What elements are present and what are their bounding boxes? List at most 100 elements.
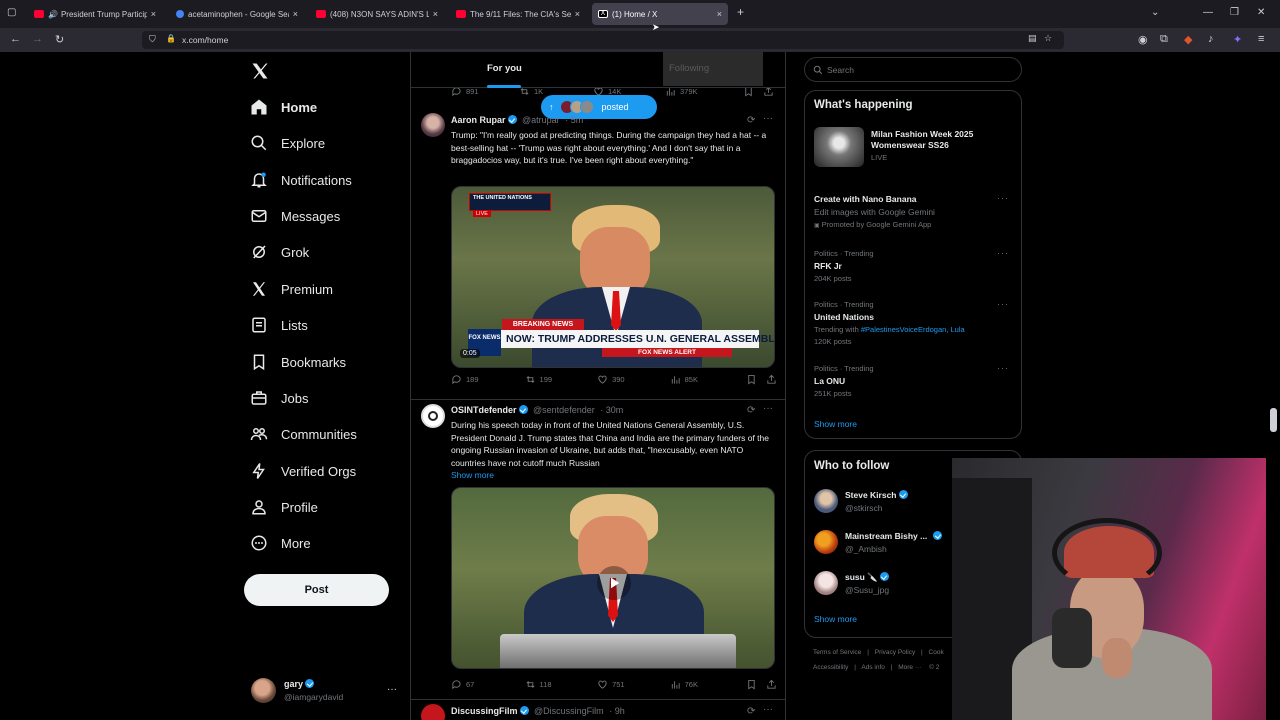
close-tab-icon[interactable]: × <box>433 9 438 19</box>
grok-icon[interactable]: ⟳ <box>747 706 755 717</box>
show-more-link[interactable]: Show more <box>814 419 857 429</box>
browser-tab[interactable]: The 9/11 Files: The CIA's Secret × <box>450 3 586 25</box>
show-more-link[interactable]: Show more <box>451 470 494 480</box>
views-action[interactable]: 76K <box>670 679 747 690</box>
post-button[interactable]: Post <box>244 574 389 606</box>
footer-link[interactable]: Accessibility <box>813 664 848 671</box>
scrollbar-track[interactable] <box>1268 52 1280 720</box>
trend-item[interactable]: Politics · Trending La ONU 251K posts <box>814 364 1014 400</box>
tweet[interactable]: DiscussingFilm @DiscussingFilm · 9h ⟳ ··… <box>411 700 785 720</box>
close-window-icon[interactable]: ✕ <box>1257 7 1265 18</box>
tab-for-you[interactable]: For you <box>487 63 522 74</box>
footer-link[interactable]: Terms of Service <box>813 649 861 656</box>
bookmark-icon[interactable] <box>746 679 757 690</box>
browser-tab[interactable]: acetaminophen - Google Searc × <box>170 3 304 25</box>
reply-action[interactable]: 67 <box>451 679 525 690</box>
back-icon[interactable]: ← <box>10 33 21 45</box>
promoted-trend[interactable]: Create with Nano Banana Edit images with… <box>814 194 1014 236</box>
nav-bookmarks[interactable]: Bookmarks <box>250 348 346 376</box>
bookmark-star-icon[interactable]: ☆ <box>1044 33 1052 44</box>
author-name[interactable]: OSINTdefender <box>451 405 517 415</box>
nav-communities[interactable]: Communities <box>250 420 357 448</box>
lock-icon[interactable]: 🔒 <box>166 34 176 43</box>
trend-item[interactable]: Politics · Trending United Nations Trend… <box>814 300 1014 350</box>
author-handle[interactable]: @DiscussingFilm <box>534 706 604 716</box>
author-handle[interactable]: @sentdefender <box>533 405 595 415</box>
tweet[interactable]: Aaron Rupar @atrupar · 5m ⟳ ··· Trump: "… <box>411 110 785 400</box>
shield-icon[interactable]: ⛉ <box>149 34 156 45</box>
views-action[interactable]: 85K <box>670 374 747 385</box>
address-bar[interactable]: ⛉ 🔒 x.com/home ▤ ☆ <box>142 31 1064 49</box>
reader-view-icon[interactable]: ▤ <box>1028 33 1037 44</box>
play-button[interactable] <box>597 566 631 600</box>
reload-icon[interactable]: ↻ <box>55 33 64 46</box>
more-dots-icon[interactable]: ··· <box>763 704 773 715</box>
speaker-icon[interactable]: 🔊 <box>48 10 58 19</box>
metamask-icon[interactable]: ◆ <box>1184 33 1192 46</box>
extensions-icon[interactable]: ⧉ <box>1160 33 1168 46</box>
scrollbar-thumb[interactable] <box>1270 408 1277 432</box>
close-tab-icon[interactable]: × <box>151 9 156 19</box>
avatar[interactable] <box>421 404 445 428</box>
trending-with-links[interactable]: #PalestinesVoiceErdogan, Lula <box>861 325 965 334</box>
footer-link[interactable]: More ··· <box>898 664 921 671</box>
maximize-icon[interactable]: ❐ <box>1230 7 1239 18</box>
footer-link[interactable]: Privacy Policy <box>875 649 915 656</box>
nav-profile[interactable]: Profile <box>250 493 318 521</box>
repost-action[interactable]: 118 <box>525 679 598 690</box>
bookmark-icon[interactable] <box>746 374 757 385</box>
ai-extension-icon[interactable]: ✦ <box>1233 33 1242 46</box>
avatar[interactable] <box>421 704 445 720</box>
nav-premium[interactable]: Premium <box>250 275 333 303</box>
footer-link[interactable]: Ads info <box>861 664 885 671</box>
tab-list-chevron-icon[interactable]: ⌄ <box>1151 7 1159 18</box>
nav-verified-orgs[interactable]: Verified Orgs <box>250 457 356 485</box>
account-switcher[interactable]: gary @iamgarydavid ··· <box>251 676 401 706</box>
close-tab-icon[interactable]: × <box>717 9 722 19</box>
tweet-video[interactable]: THE UNITED NATIONS LIVE BREAKING NEWS FO… <box>451 186 775 368</box>
grok-icon[interactable]: ⟳ <box>747 405 755 416</box>
x-logo-icon[interactable] <box>250 61 270 81</box>
grok-icon[interactable]: ⟳ <box>747 115 755 126</box>
more-dots-icon[interactable]: ··· <box>997 299 1009 309</box>
browser-tab-active[interactable]: X (1) Home / X × <box>592 3 728 25</box>
nav-home[interactable]: Home <box>250 93 317 121</box>
more-dots-icon[interactable]: ··· <box>997 248 1009 258</box>
url-text[interactable]: x.com/home <box>182 35 228 45</box>
search-box[interactable]: Search <box>804 57 1022 82</box>
tweet-time[interactable]: · 5m <box>565 115 583 125</box>
tweet[interactable]: OSINTdefender @sentdefender · 30m ⟳ ··· … <box>411 400 785 700</box>
like-action[interactable]: 751 <box>597 679 670 690</box>
avatar[interactable] <box>421 113 445 137</box>
minimize-icon[interactable]: — <box>1203 7 1213 18</box>
close-tab-icon[interactable]: × <box>293 9 298 19</box>
share-icon[interactable] <box>766 679 777 690</box>
nav-messages[interactable]: Messages <box>250 202 340 230</box>
nav-lists[interactable]: Lists <box>250 311 308 339</box>
more-dots-icon[interactable]: ··· <box>763 113 773 124</box>
tweet-time[interactable]: · 9h <box>609 706 625 716</box>
nav-grok[interactable]: Grok <box>250 238 309 266</box>
browser-tab[interactable]: 🔊 President Trump Participate × <box>28 3 162 25</box>
author-handle[interactable]: @atrupar <box>522 115 560 125</box>
nav-notifications[interactable]: Notifications <box>250 166 352 194</box>
browser-tab[interactable]: (408) N3ON SAYS ADIN'S LAZY × <box>310 3 444 25</box>
more-dots-icon[interactable]: ··· <box>763 403 773 414</box>
author-name[interactable]: DiscussingFilm <box>451 706 518 716</box>
menu-icon[interactable]: ≡ <box>1258 33 1264 45</box>
tab-following[interactable]: Following <box>663 52 763 86</box>
nav-more[interactable]: More <box>250 529 311 557</box>
nav-jobs[interactable]: Jobs <box>250 384 308 412</box>
more-dots-icon[interactable]: ··· <box>387 684 397 695</box>
author-name[interactable]: Aaron Rupar <box>451 115 506 125</box>
more-dots-icon[interactable]: ··· <box>997 363 1009 373</box>
like-action[interactable]: 390 <box>597 374 670 385</box>
audio-extension-icon[interactable]: ♪ <box>1208 33 1214 45</box>
trend-item[interactable]: Politics · Trending RFK Jr 204K posts <box>814 249 1014 285</box>
show-more-link[interactable]: Show more <box>814 614 857 624</box>
account-icon[interactable]: ◉ <box>1138 33 1148 46</box>
footer-link[interactable]: Cook <box>929 649 944 656</box>
reply-action[interactable]: 189 <box>451 374 525 385</box>
new-tab-button[interactable]: + <box>737 5 744 19</box>
nav-explore[interactable]: Explore <box>250 129 325 157</box>
